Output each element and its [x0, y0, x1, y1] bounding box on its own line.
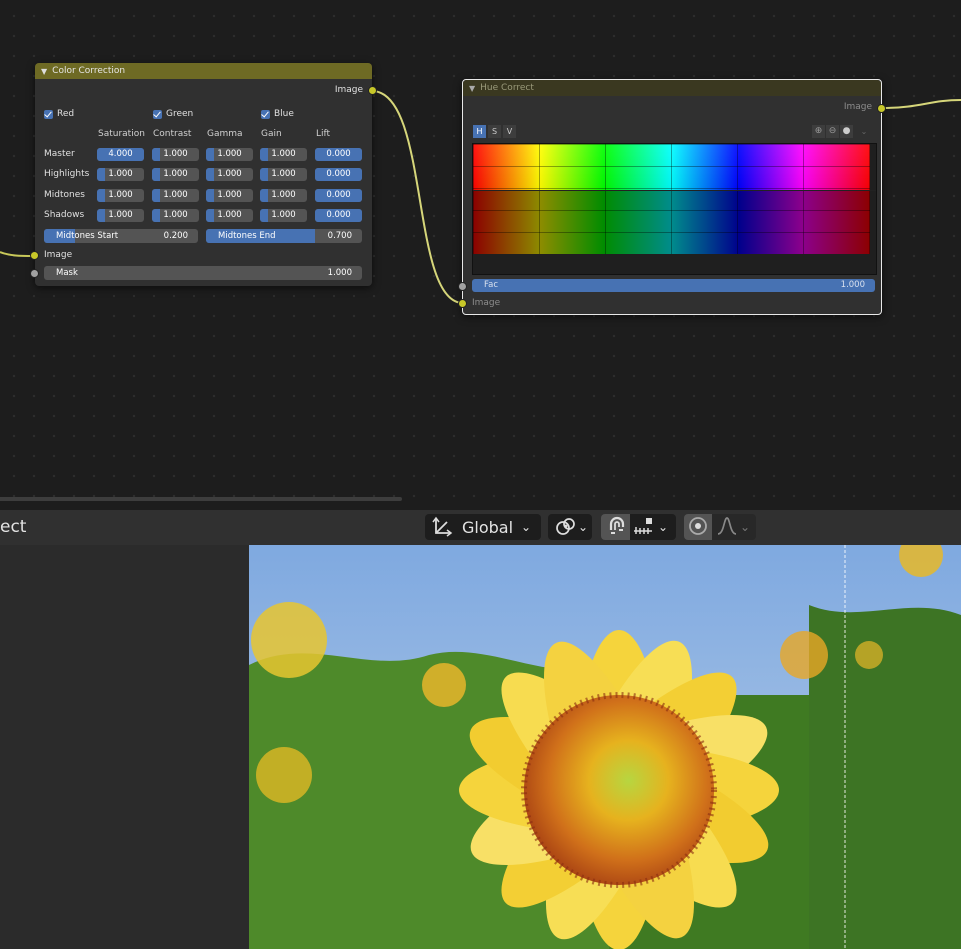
input-socket-image[interactable] [30, 251, 39, 260]
viewport-side-panel [0, 545, 249, 949]
highlights-contrast-field[interactable]: 1.000 [152, 168, 199, 181]
chevron-down-icon[interactable]: ▼ [41, 67, 47, 76]
shadows-lift-field[interactable]: 0.000 [315, 209, 362, 222]
proportional-edit-icon [687, 515, 709, 540]
output-socket-image[interactable] [368, 86, 377, 95]
midtones-start-slider[interactable]: Midtones Start 0.200 [44, 229, 198, 243]
zoom-out-icon[interactable]: ⊖ [826, 125, 839, 138]
input-image-label: Image [472, 298, 501, 308]
transform-orientation-label: Global [462, 517, 514, 537]
midtones-end-slider[interactable]: Midtones End 0.700 [206, 229, 362, 243]
column-header-gamma: Gamma [207, 129, 243, 139]
proportional-edit-toggle[interactable] [684, 514, 712, 540]
row-label-highlights: Highlights [44, 169, 90, 179]
mode-v-button[interactable]: V [503, 125, 516, 138]
shadows-saturation-field[interactable]: 1.000 [97, 209, 144, 222]
checkbox-blue-label: Blue [274, 109, 294, 119]
zoom-in-icon[interactable]: ⊕ [812, 125, 825, 138]
output-socket-image[interactable] [877, 104, 886, 113]
mode-s-button[interactable]: S [488, 125, 501, 138]
output-label: Image [334, 85, 363, 95]
master-gain-field[interactable]: 1.000 [260, 148, 307, 161]
shadows-contrast-field[interactable]: 1.000 [152, 209, 199, 222]
midtones-gain-field[interactable]: 1.000 [260, 189, 307, 202]
node-header[interactable]: ▼ Hue Correct [463, 80, 881, 96]
pivot-icon [554, 515, 576, 540]
image-viewport[interactable] [0, 545, 961, 949]
checkbox-blue[interactable] [261, 110, 270, 119]
snap-toggle[interactable] [601, 514, 630, 540]
mode-h-button[interactable]: H [473, 125, 486, 138]
midtones-lift-field[interactable]: 0.000 [315, 189, 362, 202]
checkbox-green[interactable] [153, 110, 162, 119]
node-editor[interactable]: ▼ Color Correction Image Red Green Blue … [0, 0, 961, 510]
highlights-saturation-field[interactable]: 1.000 [97, 168, 144, 181]
column-header-saturation: Saturation [98, 129, 145, 139]
color-correction-node[interactable]: ▼ Color Correction Image Red Green Blue … [30, 63, 377, 286]
shadows-gamma-field[interactable]: 1.000 [206, 209, 253, 222]
pivot-point-dropdown[interactable]: ⌄ [548, 514, 592, 540]
sunflower-image [249, 545, 961, 949]
input-image-label: Image [44, 250, 73, 260]
transform-orientation-icon [431, 516, 453, 538]
link-huecorrect-out [882, 99, 961, 109]
shadows-gain-field[interactable]: 1.000 [260, 209, 307, 222]
node-header[interactable]: ▼ Color Correction [35, 63, 372, 79]
chevron-down-icon[interactable]: ▼ [469, 84, 475, 93]
link-colorcorrection-to-huecorrect [371, 90, 464, 304]
link-incoming [0, 251, 35, 257]
hue-curve-line[interactable] [473, 190, 876, 191]
master-lift-field[interactable]: 0.000 [315, 148, 362, 161]
node-title: Hue Correct [480, 83, 534, 93]
highlights-gamma-field[interactable]: 1.000 [206, 168, 253, 181]
highlights-lift-field[interactable]: 0.000 [315, 168, 362, 181]
master-contrast-field[interactable]: 1.000 [152, 148, 199, 161]
master-saturation-field[interactable]: 4.000 [97, 148, 144, 161]
viewport-header: ect Global ⌄ ⌄ ⌄ ⌄ [0, 510, 961, 545]
chevron-down-icon: ⌄ [578, 520, 589, 534]
row-label-midtones: Midtones [44, 190, 85, 200]
hue-correct-node[interactable]: ▼ Hue Correct Image H S V ⊕ ⊖ ● ⌄ Fac 1.… [458, 79, 886, 315]
falloff-dropdown[interactable]: ⌄ [712, 514, 756, 540]
snap-icon [605, 515, 627, 540]
node-title: Color Correction [52, 66, 126, 76]
checkbox-green-label: Green [166, 109, 194, 119]
chevron-down-icon[interactable]: ⌄ [858, 125, 870, 138]
row-label-master: Master [44, 149, 75, 159]
mask-field[interactable]: Mask 1.000 [44, 266, 362, 280]
input-socket-image[interactable] [458, 299, 467, 308]
hue-curve-widget[interactable] [472, 143, 877, 275]
input-socket-mask[interactable] [30, 269, 39, 278]
input-socket-fac[interactable] [458, 282, 467, 291]
checkbox-red[interactable] [44, 110, 53, 119]
chevron-down-icon: ⌄ [740, 520, 751, 534]
fac-slider[interactable]: Fac 1.000 [472, 279, 875, 292]
row-label-shadows: Shadows [44, 210, 85, 220]
output-label: Image [843, 102, 872, 112]
snap-increment-icon [632, 515, 654, 540]
highlights-gain-field[interactable]: 1.000 [260, 168, 307, 181]
chevron-down-icon: ⌄ [521, 520, 532, 534]
falloff-icon [716, 515, 738, 540]
column-header-lift: Lift [316, 129, 331, 139]
column-header-gain: Gain [261, 129, 282, 139]
snap-target-dropdown[interactable]: ⌄ [630, 514, 676, 540]
midtones-saturation-field[interactable]: 1.000 [97, 189, 144, 202]
curve-grid [473, 144, 870, 254]
midtones-gamma-field[interactable]: 1.000 [206, 189, 253, 202]
editor-label: ect [0, 517, 27, 537]
transform-orientation-dropdown[interactable]: Global ⌄ [425, 514, 541, 540]
midtones-contrast-field[interactable]: 1.000 [152, 189, 199, 202]
clipping-icon[interactable]: ● [840, 125, 853, 138]
chevron-down-icon: ⌄ [658, 520, 669, 534]
master-gamma-field[interactable]: 1.000 [206, 148, 253, 161]
column-header-contrast: Contrast [153, 129, 192, 139]
checkbox-red-label: Red [57, 109, 75, 119]
